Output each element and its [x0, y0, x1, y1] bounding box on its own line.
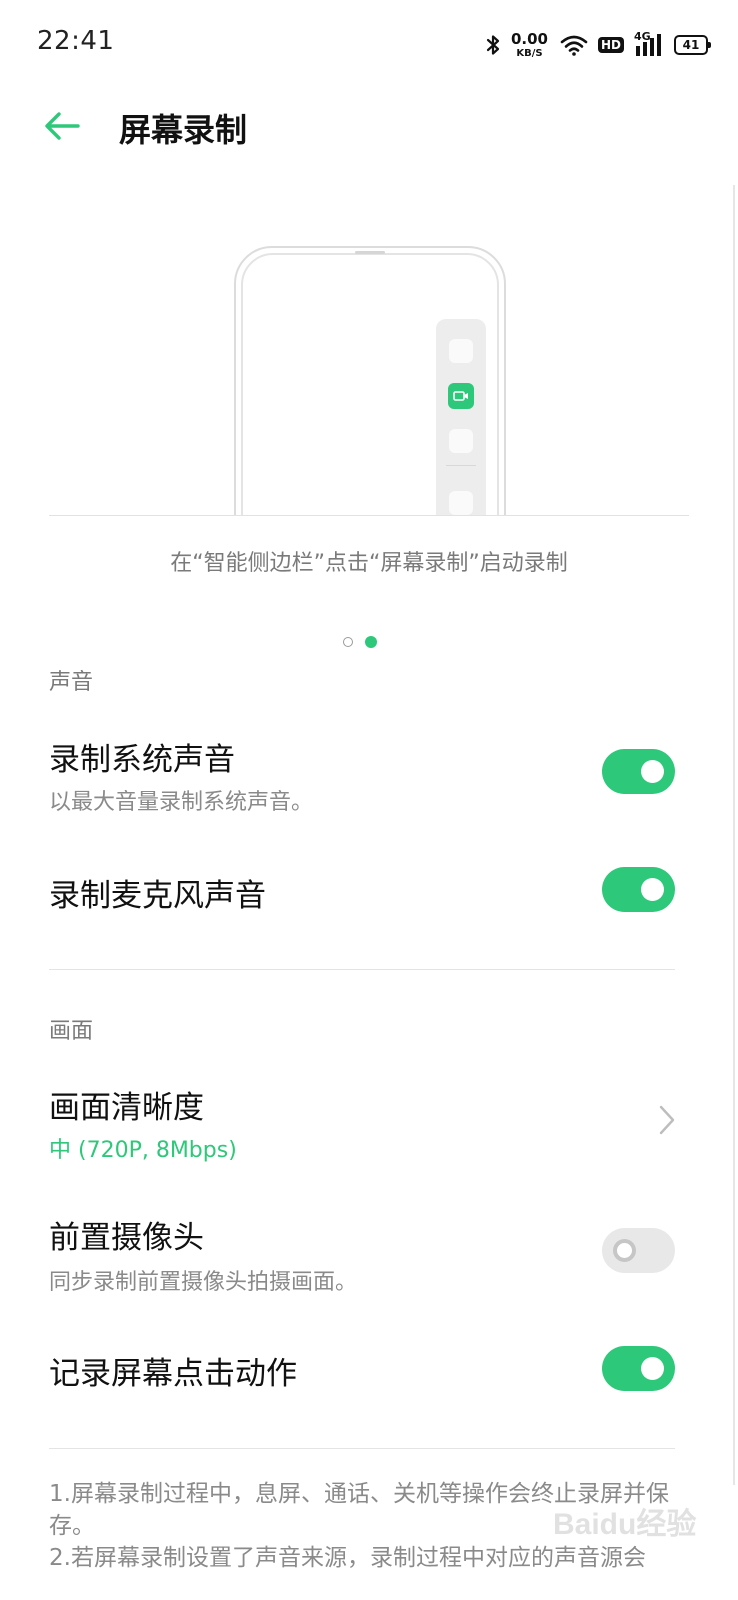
battery-level: 41: [682, 38, 700, 52]
status-bar: 22:41 0.00 KB/S HD 4G 41: [0, 0, 738, 90]
toggle-record-system-sound[interactable]: [602, 749, 675, 794]
row-title: 画面清晰度: [49, 1090, 204, 1126]
page-title: 屏幕录制: [119, 111, 248, 149]
section-divider: [49, 969, 675, 970]
row-record-system-sound[interactable]: 录制系统声音 以最大音量录制系统声音。: [0, 720, 738, 830]
signal-icon: 4G: [634, 30, 664, 58]
toggle-knob: [641, 1357, 664, 1380]
sidebar-slot: [449, 491, 473, 515]
carousel-pager[interactable]: [343, 636, 377, 648]
row-picture-quality[interactable]: 画面清晰度 中 (720P, 8Mbps): [0, 1070, 738, 1180]
status-time: 22:41: [37, 26, 115, 56]
status-icons: 0.00 KB/S HD 4G 41: [485, 28, 711, 62]
section-divider: [49, 1448, 675, 1449]
sidebar-divider: [446, 465, 476, 466]
phone-speaker: [355, 251, 385, 254]
net-speed-unit: KB/S: [516, 47, 543, 59]
pager-dot-2-active[interactable]: [365, 636, 377, 648]
row-title: 前置摄像头: [49, 1220, 204, 1256]
pager-dot-1[interactable]: [343, 637, 353, 647]
row-title: 录制系统声音: [49, 742, 235, 778]
back-button[interactable]: [40, 106, 84, 146]
row-title: 记录屏幕点击动作: [49, 1356, 297, 1392]
carousel-illustration[interactable]: [49, 230, 689, 516]
row-value: 中 (720P, 8Mbps): [49, 1138, 237, 1163]
row-subtitle: 以最大音量录制系统声音。: [49, 790, 314, 815]
row-record-mic-sound[interactable]: 录制麦克风声音: [0, 850, 738, 930]
wifi-icon: [560, 35, 588, 56]
watermark-logo: Baidu经验: [553, 1508, 697, 1541]
toggle-record-touch-actions[interactable]: [602, 1346, 675, 1391]
toggle-knob: [641, 760, 664, 783]
sidebar-slot: [449, 339, 473, 363]
bluetooth-icon: [486, 35, 500, 55]
smart-sidebar-illustration: [436, 319, 486, 515]
app-bar: 屏幕录制: [0, 90, 738, 160]
toggle-knob: [613, 1239, 636, 1262]
section-header-picture: 画面: [49, 1019, 94, 1044]
toggle-front-camera[interactable]: [602, 1228, 675, 1273]
sidebar-slot: [449, 429, 473, 453]
net-speed-value: 0.00: [510, 29, 548, 48]
hd-icon: HD: [597, 37, 624, 53]
row-title: 录制麦克风声音: [49, 878, 266, 914]
screen-record-icon: [448, 383, 474, 409]
chevron-right-icon: [659, 1105, 675, 1135]
arrow-left-icon: [45, 112, 80, 140]
section-header-sound: 声音: [49, 670, 94, 695]
toggle-record-mic-sound[interactable]: [602, 867, 675, 912]
carousel-caption: 在“智能侧边栏”点击“屏幕录制”启动录制: [170, 551, 568, 576]
toggle-knob: [641, 878, 664, 901]
row-front-camera[interactable]: 前置摄像头 同步录制前置摄像头拍摄画面。: [0, 1200, 738, 1310]
note-2: 2.若屏幕录制设置了声音来源，录制过程中对应的声音源会: [49, 1545, 646, 1571]
row-subtitle: 同步录制前置摄像头拍摄画面。: [49, 1270, 358, 1295]
row-record-touch-actions[interactable]: 记录屏幕点击动作: [0, 1330, 738, 1410]
battery-icon: 41: [674, 35, 711, 55]
net-speed: 0.00 KB/S: [510, 29, 548, 59]
